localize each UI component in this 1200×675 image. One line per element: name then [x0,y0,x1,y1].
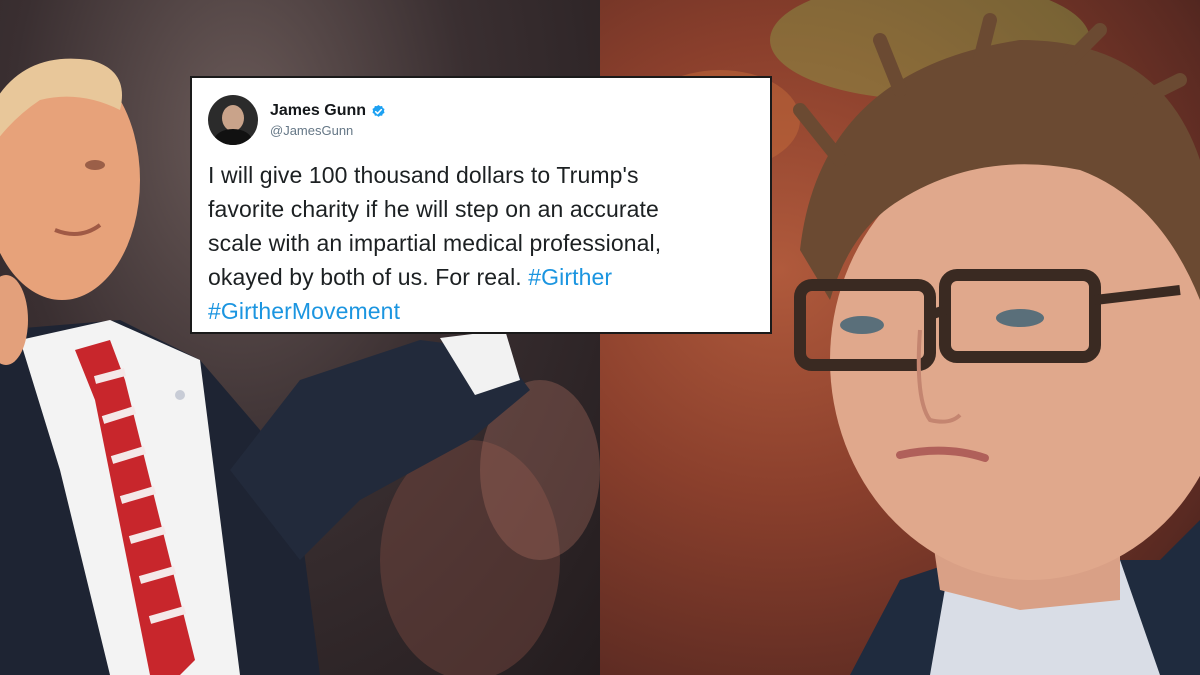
tweet-author: James Gunn @JamesGunn [270,102,386,138]
tweet-text: I will give 100 thousand dollars to Trum… [208,158,752,328]
tweet-text-line: I will give 100 thousand dollars to Trum… [208,162,639,188]
tweet-text-line: favorite charity if he will step on an a… [208,196,659,222]
display-name[interactable]: James Gunn [270,102,366,120]
hashtag-girther[interactable]: #Girther [528,264,612,290]
tweet-header: James Gunn @JamesGunn [208,94,752,146]
tweet-text-line: okayed by both of us. For real. [208,264,529,290]
avatar-body [214,129,252,145]
handle[interactable]: @JamesGunn [270,123,386,138]
tweet-text-line-with-hashtag: okayed by both of us. For real. #Girther [208,260,752,294]
verified-badge-icon [371,104,386,119]
tweet-card: James Gunn @JamesGunn I will give 100 th… [190,76,772,334]
name-row: James Gunn [270,102,386,120]
tweet-text-line: scale with an impartial medical professi… [208,230,662,256]
avatar-face [222,105,244,131]
hashtag-girther-movement[interactable]: #GirtherMovement [208,298,400,324]
avatar[interactable] [208,95,258,145]
